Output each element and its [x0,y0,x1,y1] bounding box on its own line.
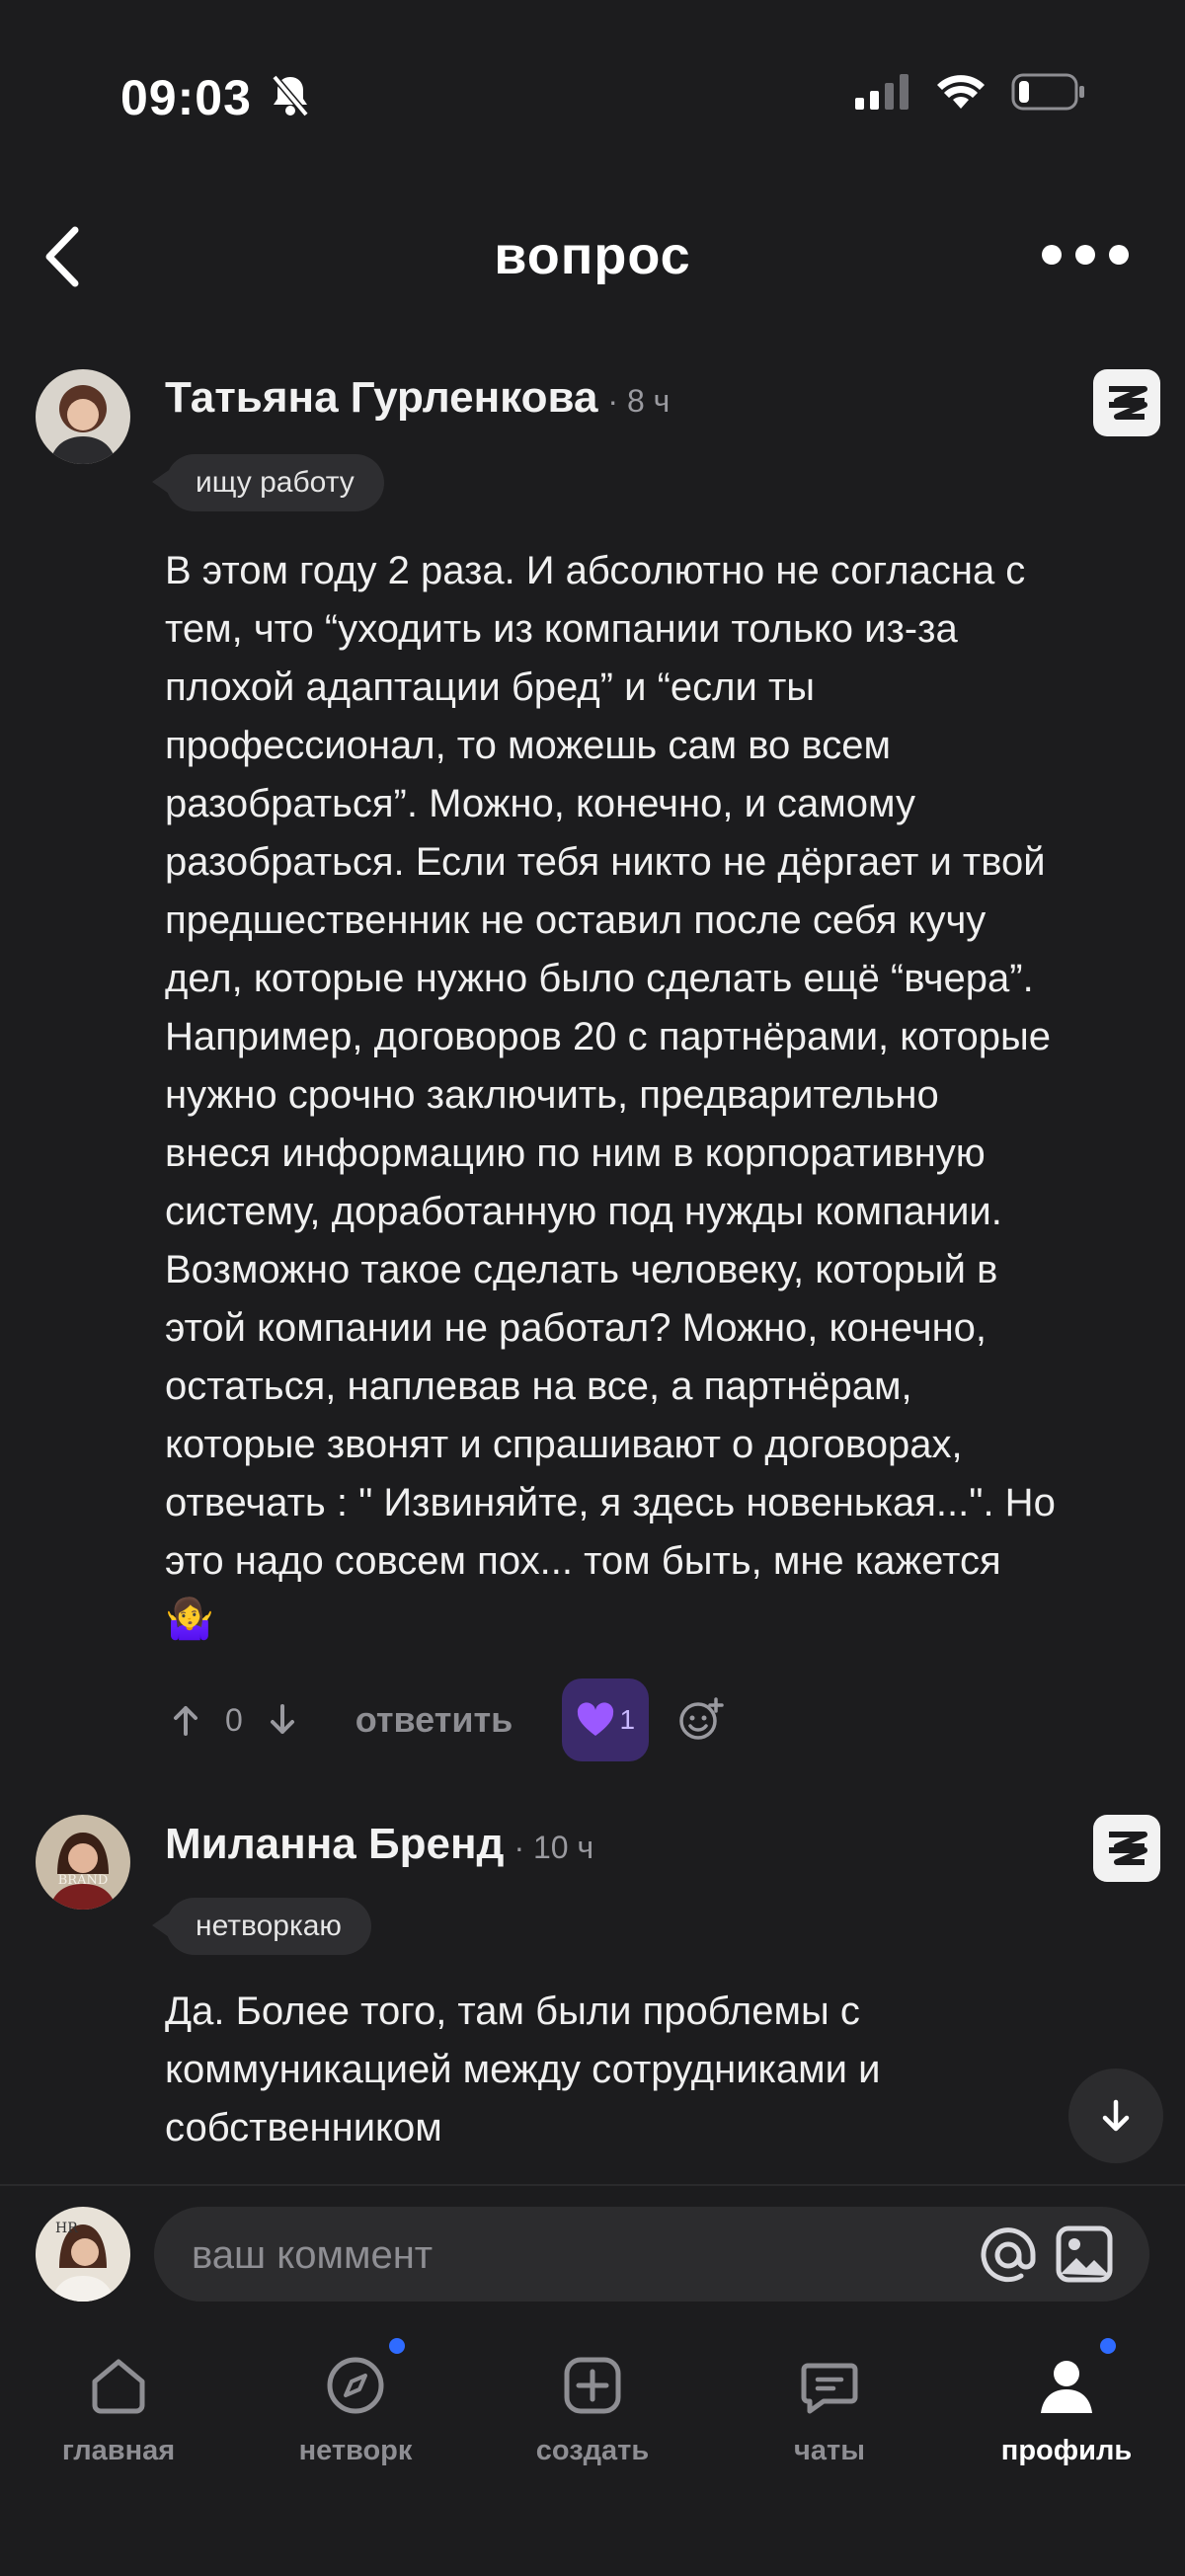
svg-text:BRAND: BRAND [58,1873,109,1888]
nav-label: главная [61,2435,176,2466]
more-dot-icon [1042,245,1062,265]
comment-actions: 0 ответить 1 [168,1678,724,1761]
comment-text: В этом году 2 раза. И абсолютно не согла… [165,549,1056,1641]
comment-time: · 8 ч [607,383,671,419]
plus-square-icon [564,2357,621,2414]
status-time: 09:03 [120,70,252,125]
comment-author[interactable]: Татьяна Гурленкова [165,373,597,423]
avatar[interactable] [36,369,130,464]
scroll-down-button[interactable] [1068,2069,1163,2163]
more-options-button[interactable] [1042,245,1129,265]
comment-input-wrap [154,2207,1149,2303]
page-title: вопрос [494,226,691,285]
notification-dot [389,2338,405,2354]
zen-button[interactable] [1093,369,1160,436]
wifi-icon [937,75,985,109]
zen-icon [1109,1832,1147,1865]
upvote-arrow-icon[interactable] [168,1702,203,1738]
mute-bell-icon [269,73,312,123]
reaction-count: 1 [619,1704,636,1735]
status-icons [855,73,1086,111]
nav-label: профиль [1000,2435,1133,2466]
comment-text: Да. Более того, там были проблемы с комм… [165,1990,881,2149]
zen-icon [1109,386,1147,420]
svg-text:HR: HR [55,2221,78,2236]
status-badge: ищу работу [152,454,384,511]
zen-button[interactable] [1093,1815,1160,1882]
signal-icon [855,74,908,110]
bottom-nav: главная нетворк создать чаты профиль [0,2334,1185,2576]
comment-input[interactable] [190,2207,984,2303]
vote-count: 0 [225,1701,243,1738]
purple-heart-icon [578,1702,614,1736]
more-dot-icon [1075,245,1095,265]
add-reaction-icon[interactable] [678,1697,724,1743]
nav-label: создать [535,2435,650,2466]
nav-label: чаты [794,2435,865,2466]
my-avatar[interactable]: HR [36,2207,130,2302]
mention-icon[interactable] [980,2226,1037,2284]
downvote-arrow-icon[interactable] [265,1702,300,1738]
more-dot-icon [1109,245,1129,265]
reaction-button[interactable]: 1 [562,1678,650,1761]
nav-label: нетворк [298,2435,413,2466]
notification-dot [1100,2338,1116,2354]
compass-icon [327,2357,384,2414]
avatar[interactable]: BRAND [36,1815,130,1910]
profile-icon [1041,2361,1092,2413]
image-icon[interactable] [1055,2225,1114,2284]
reply-button[interactable]: ответить [356,1699,513,1741]
home-icon [92,2359,145,2414]
chat-icon [801,2363,858,2414]
arrow-down-icon [1102,2099,1130,2132]
battery-icon [1011,73,1084,111]
status-badge: нетворкаю [152,1898,371,1955]
comment-author[interactable]: Миланна Бренд [165,1820,504,1869]
comment-time: · 10 ч [514,1830,594,1865]
